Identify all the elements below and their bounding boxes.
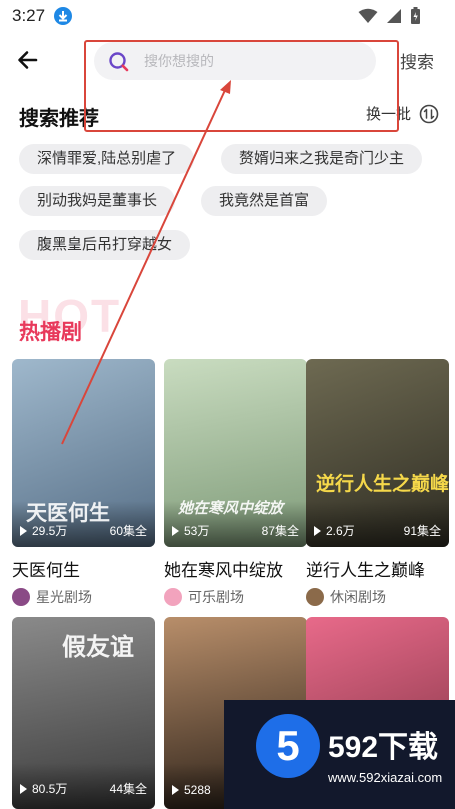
view-count: 53万 [172, 522, 209, 539]
studio-avatar [164, 588, 182, 606]
view-count: 2.6万 [314, 522, 355, 539]
drama-card[interactable]: 她在寒风中绽放 53万 87集全 她在寒风中绽放 可乐剧场 [164, 359, 307, 607]
drama-cover: 逆行人生之巅峰 2.6万 91集全 [306, 359, 449, 547]
search-button[interactable]: 搜索 [400, 48, 434, 73]
studio-name: 星光剧场 [36, 589, 92, 605]
download-icon [54, 7, 72, 25]
studio-avatar [12, 588, 30, 606]
drama-title: 天医何生 [12, 561, 80, 580]
drama-title: 她在寒风中绽放 [164, 561, 283, 580]
watermark-brand: 592下载 [328, 731, 439, 764]
battery-icon [411, 7, 420, 24]
view-count: 5288 [172, 783, 211, 797]
drama-studio: 可乐剧场 [164, 587, 307, 607]
watermark-logo: 5 [256, 714, 320, 778]
recommend-chip[interactable]: 深情罪爱,陆总别虐了 [19, 144, 195, 174]
status-bar: 3:27 [0, 0, 455, 32]
wifi-icon [358, 8, 378, 23]
cover-title-art: 假友谊 [62, 634, 134, 661]
episode-count: 87集全 [261, 524, 299, 538]
drama-studio: 星光剧场 [12, 587, 155, 607]
play-icon [20, 783, 27, 794]
studio-avatar [306, 588, 324, 606]
hot-section-title: 热播剧 [19, 321, 82, 344]
studio-name: 休闲剧场 [330, 589, 386, 605]
play-icon [172, 785, 179, 795]
cover-title-art: 逆行人生之巅峰 [316, 474, 449, 495]
recommend-chip[interactable]: 我竟然是首富 [201, 186, 328, 216]
drama-cover: 她在寒风中绽放 53万 87集全 [164, 359, 307, 547]
watermark-url: www.592xiazai.com [328, 770, 443, 785]
recommend-chip[interactable]: 腹黑皇后吊打穿越女 [19, 230, 191, 260]
episode-count: 44集全 [109, 782, 147, 796]
signal-icon [387, 9, 401, 23]
annotation-highlight-box [84, 40, 399, 132]
view-count: 29.5万 [20, 522, 67, 539]
drama-title: 逆行人生之巅峰 [306, 561, 425, 580]
drama-card[interactable]: 逆行人生之巅峰 2.6万 91集全 逆行人生之巅峰 休闲剧场 [306, 359, 449, 607]
play-icon [172, 525, 179, 536]
drama-card[interactable]: 假友谊 80.5万 44集全 [12, 617, 155, 809]
recommend-chip[interactable]: 赘婿归来之我是奇门少主 [221, 144, 423, 174]
studio-name: 可乐剧场 [188, 589, 244, 605]
episode-count: 91集全 [403, 524, 441, 538]
episode-count: 60集全 [109, 524, 147, 538]
view-count: 80.5万 [20, 780, 67, 797]
drama-cover: 天医何生 29.5万 60集全 [12, 359, 155, 547]
status-time: 3:27 [12, 6, 46, 25]
drama-studio: 休闲剧场 [306, 587, 449, 607]
back-arrow-icon[interactable] [14, 46, 42, 74]
drama-cover: 假友谊 80.5万 44集全 [12, 617, 155, 809]
recommend-chip[interactable]: 别动我妈是董事长 [19, 186, 176, 216]
watermark: 5 592下载 www.592xiazai.com [224, 700, 455, 809]
play-icon [20, 525, 27, 536]
refresh-icon [419, 104, 439, 124]
drama-card[interactable]: 天医何生 29.5万 60集全 天医何生 星光剧场 [12, 359, 155, 607]
cover-title-art: 她在寒风中绽放 [178, 500, 284, 517]
play-icon [314, 525, 321, 536]
